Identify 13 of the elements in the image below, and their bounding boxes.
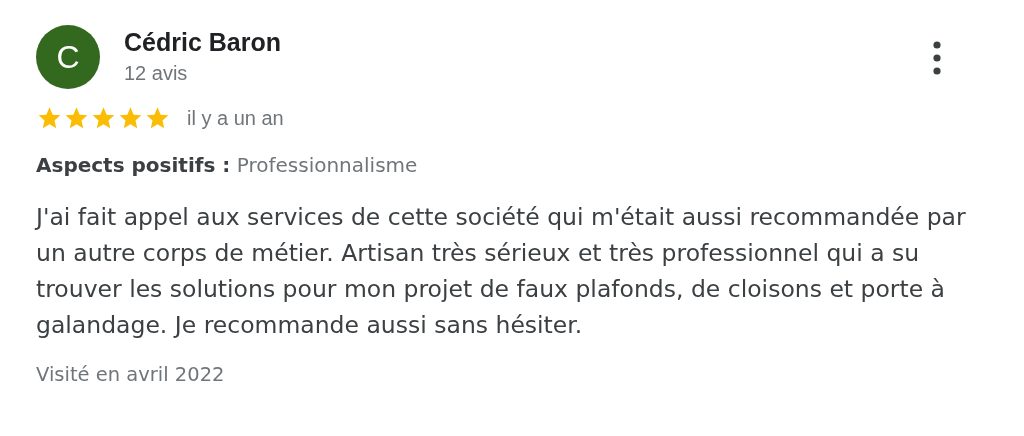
author-name: Cédric Baron — [124, 28, 282, 57]
star-icon — [36, 105, 63, 131]
star-icon — [144, 105, 171, 131]
avatar: C — [36, 25, 100, 89]
star-icon — [63, 105, 90, 131]
review-text: J'ai fait appel aux services de cette société qui m'était aussi recommandée par un autre corps de métier. Artisan très sérieux et très professionnel qui a su trouver les solutions pour mon projet de faux plafonds, de cloisons et porte à galandage. Je recommande aussi sans hésiter. — [36, 202, 967, 341]
star-icon — [117, 105, 144, 131]
review-count: 12 avis — [124, 62, 189, 85]
review-time: il y a un an — [187, 106, 284, 130]
star-icon — [90, 105, 117, 131]
positive-aspects: Aspects positifs : Professionnalisme — [36, 153, 419, 177]
more-options-icon[interactable] — [932, 41, 942, 75]
visit-date: Visité en avril 2022 — [36, 363, 226, 386]
